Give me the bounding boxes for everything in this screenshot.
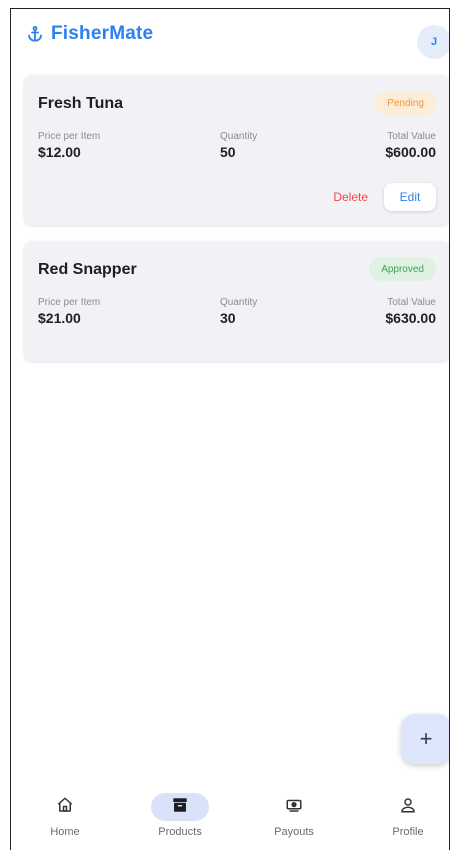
add-product-button[interactable]: + bbox=[401, 714, 449, 764]
quantity-label: Quantity bbox=[220, 131, 258, 142]
nav-icon-wrap bbox=[151, 793, 209, 821]
price-value: $21.00 bbox=[38, 310, 81, 326]
nav-label: Profile bbox=[392, 826, 424, 838]
quantity-value: 50 bbox=[220, 144, 236, 160]
app-header: FisherMate J bbox=[11, 9, 449, 65]
anchor-icon bbox=[25, 24, 45, 44]
nav-icon-wrap bbox=[36, 793, 94, 821]
card-actions: Delete Edit bbox=[333, 183, 436, 211]
product-name: Fresh Tuna bbox=[38, 95, 124, 112]
status-badge: Approved bbox=[369, 257, 436, 281]
total-label: Total Value bbox=[387, 131, 436, 142]
quantity-value: 30 bbox=[220, 310, 236, 326]
brand: FisherMate bbox=[25, 23, 153, 45]
quantity-label: Quantity bbox=[220, 297, 258, 308]
total-field: Total Value $630.00 bbox=[385, 297, 436, 326]
archive-icon bbox=[171, 796, 189, 819]
app-frame: FisherMate J Fresh Tuna Pending Price pe… bbox=[10, 8, 450, 850]
user-avatar[interactable]: J bbox=[417, 25, 449, 59]
nav-icon-wrap bbox=[265, 793, 323, 821]
product-name: Red Snapper bbox=[38, 261, 137, 278]
status-badge: Pending bbox=[375, 91, 436, 115]
nav-label: Products bbox=[158, 826, 202, 838]
nav-item-profile[interactable]: Profile bbox=[368, 793, 448, 838]
user-icon bbox=[399, 796, 417, 819]
nav-label: Payouts bbox=[274, 826, 314, 838]
nav-item-payouts[interactable]: Payouts bbox=[254, 793, 334, 838]
edit-button[interactable]: Edit bbox=[384, 183, 436, 211]
quantity-field: Quantity 30 bbox=[220, 297, 257, 326]
nav-item-products[interactable]: Products bbox=[140, 793, 220, 838]
price-field: Price per Item $21.00 bbox=[38, 297, 100, 326]
price-label: Price per Item bbox=[38, 297, 101, 308]
product-card: Fresh Tuna Pending Price per Item $12.00… bbox=[24, 75, 449, 225]
home-icon bbox=[56, 796, 74, 819]
total-label: Total Value bbox=[387, 297, 436, 308]
product-card: Red Snapper Approved Price per Item $21.… bbox=[24, 241, 449, 361]
total-value: $630.00 bbox=[385, 310, 436, 326]
bottom-nav: Home Products Payouts Profile bbox=[11, 785, 449, 850]
price-value: $12.00 bbox=[38, 144, 81, 160]
total-field: Total Value $600.00 bbox=[385, 131, 436, 160]
delete-button[interactable]: Delete bbox=[333, 190, 368, 204]
price-label: Price per Item bbox=[38, 131, 101, 142]
nav-item-home[interactable]: Home bbox=[25, 793, 105, 838]
price-field: Price per Item $12.00 bbox=[38, 131, 100, 160]
total-value: $600.00 bbox=[385, 144, 436, 160]
quantity-field: Quantity 50 bbox=[220, 131, 257, 160]
cash-icon bbox=[284, 796, 304, 819]
nav-label: Home bbox=[50, 826, 80, 838]
app-title: FisherMate bbox=[51, 23, 154, 44]
nav-icon-wrap bbox=[379, 793, 437, 821]
